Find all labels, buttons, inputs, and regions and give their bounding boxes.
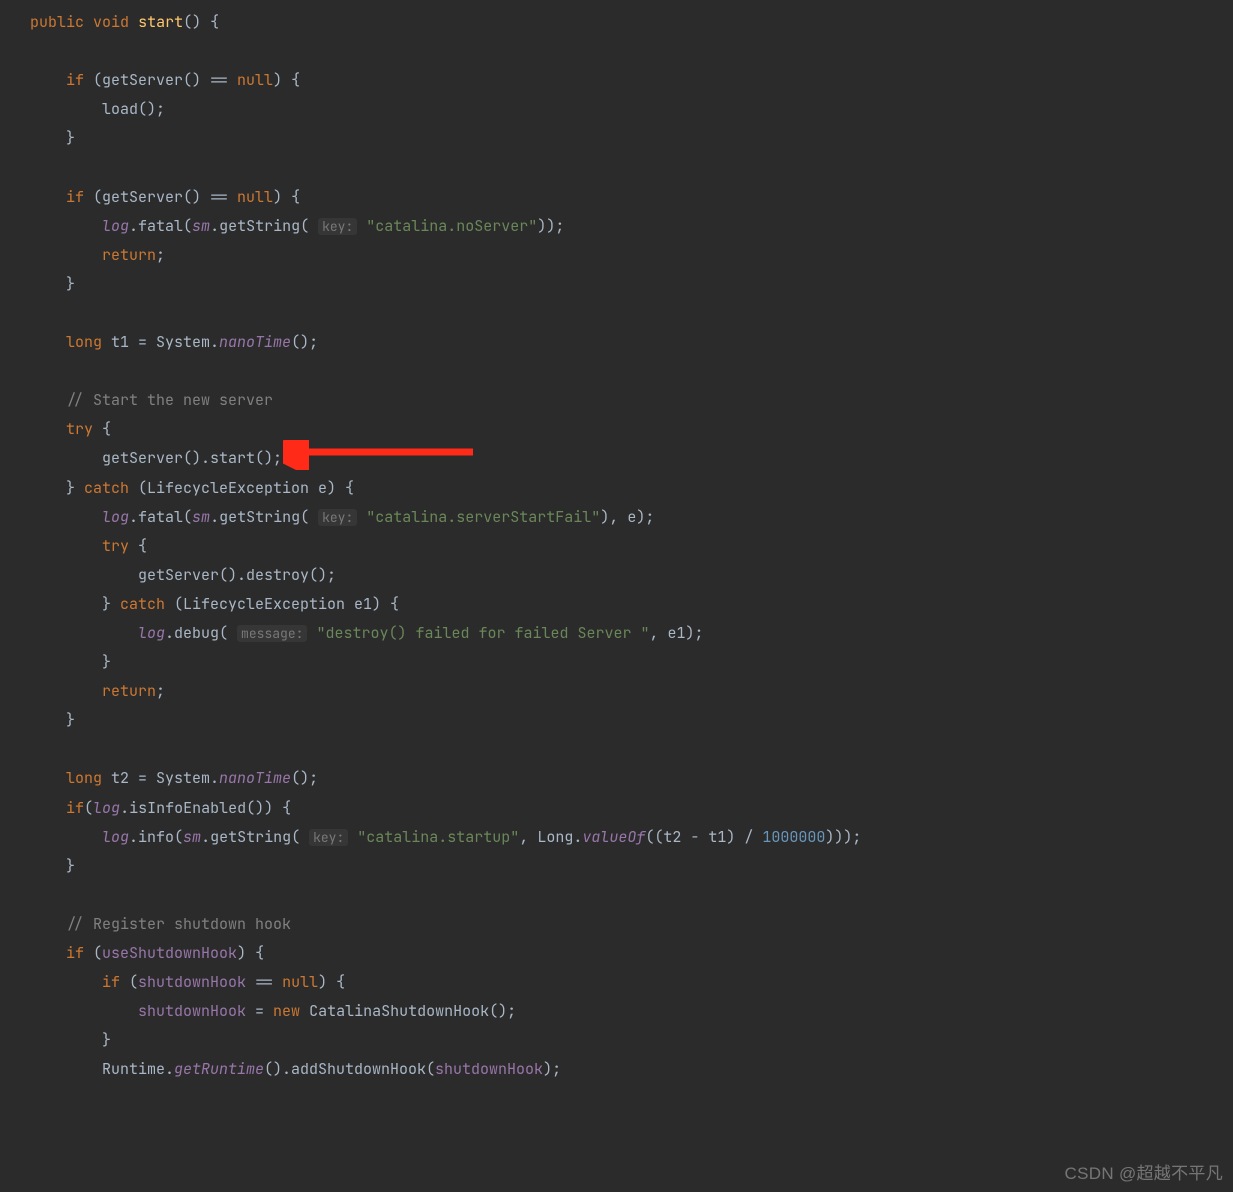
kw-public: public bbox=[30, 12, 84, 32]
kw-void: void bbox=[93, 12, 129, 32]
inlay-hint-key: key: bbox=[318, 509, 357, 526]
watermark-text: CSDN @超越不平凡 bbox=[1065, 1159, 1223, 1184]
code-editor[interactable]: public void start() { if (getServer() ==… bbox=[0, 0, 1085, 1192]
comment-start-server: // Start the new server bbox=[66, 390, 273, 410]
method-start: start bbox=[138, 12, 183, 32]
comment-register-hook: // Register shutdown hook bbox=[66, 914, 291, 934]
editor-right-padding bbox=[1085, 0, 1233, 1192]
inlay-hint-message: message: bbox=[237, 625, 307, 642]
inlay-hint-key: key: bbox=[318, 218, 357, 235]
inlay-hint-key: key: bbox=[309, 829, 348, 846]
